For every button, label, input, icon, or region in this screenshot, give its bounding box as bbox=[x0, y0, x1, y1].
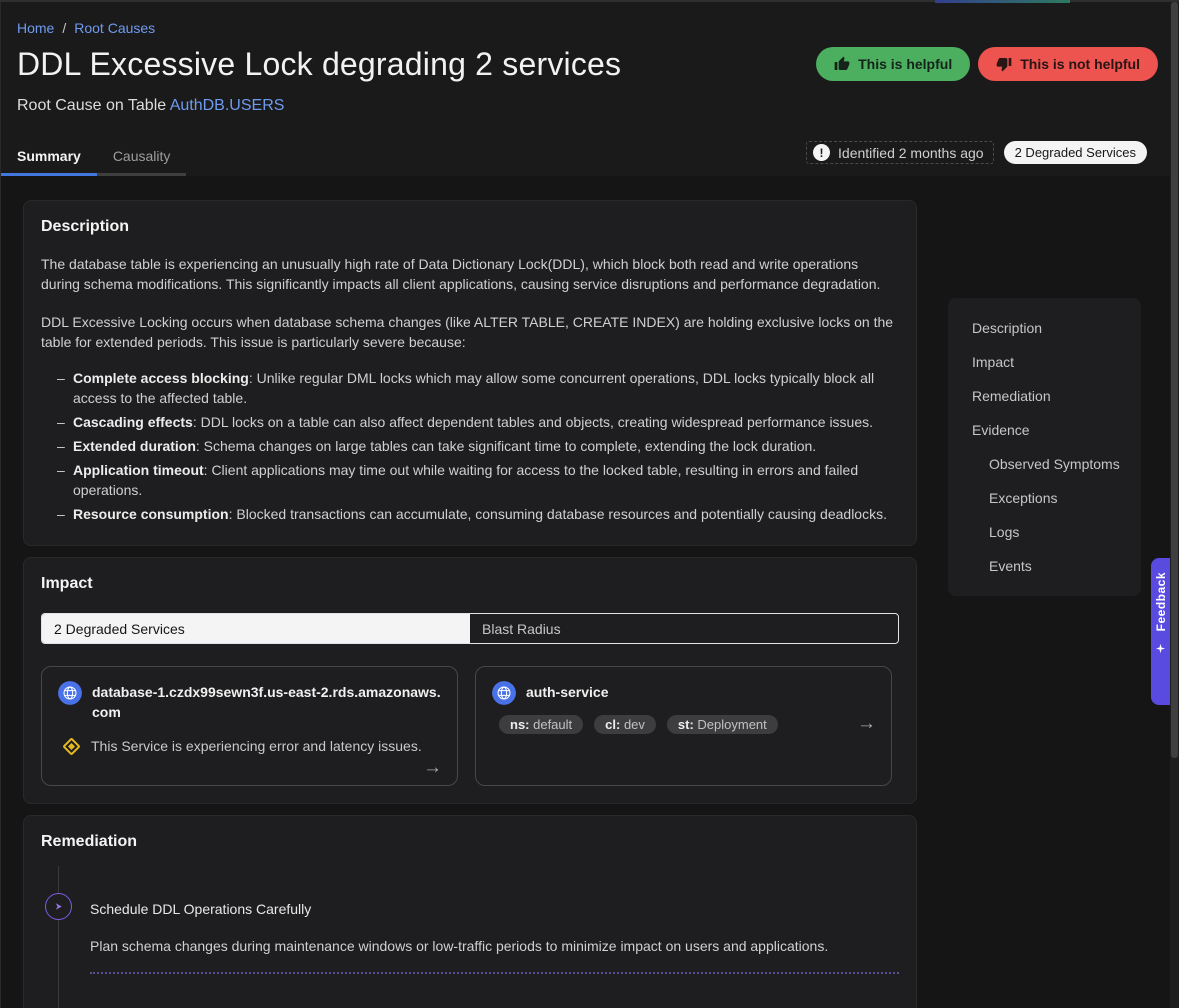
page-title: DDL Excessive Lock degrading 2 services bbox=[17, 46, 621, 83]
not-helpful-button-label: This is not helpful bbox=[1020, 56, 1140, 72]
tab-causality[interactable]: Causality bbox=[97, 140, 187, 176]
subtitle-text: Root Cause on Table bbox=[17, 97, 170, 114]
breadcrumb-root-causes-link[interactable]: Root Causes bbox=[74, 20, 155, 36]
meta-row: ! Identified 2 months ago 2 Degraded Ser… bbox=[806, 141, 1147, 164]
list-item: – Extended duration: Schema changes on l… bbox=[57, 436, 899, 456]
toc-item-observed-symptoms[interactable]: Observed Symptoms bbox=[948, 447, 1141, 481]
warning-diamond-icon bbox=[62, 737, 80, 755]
degraded-services-badge: 2 Degraded Services bbox=[1004, 141, 1147, 164]
alert-circle-icon: ! bbox=[813, 144, 830, 161]
feedback-actions: This is helpful This is not helpful bbox=[816, 47, 1158, 81]
tab-causality-label: Causality bbox=[113, 148, 171, 164]
bullet-text: : Blocked transactions can accumulate, c… bbox=[229, 506, 887, 522]
toc-item-logs[interactable]: Logs bbox=[948, 515, 1141, 549]
bullet-label: Complete access blocking bbox=[73, 370, 249, 386]
remediation-step-text: Plan schema changes during maintenance w… bbox=[90, 936, 899, 956]
description-paragraph-1: The database table is experiencing an un… bbox=[41, 254, 899, 294]
service-globe-icon bbox=[491, 680, 517, 706]
description-section: Description The database table is experi… bbox=[23, 200, 917, 546]
toc-panel: Description Impact Remediation Evidence … bbox=[948, 298, 1141, 596]
arrow-right-icon: → bbox=[857, 713, 876, 735]
type-badge: st: Deployment bbox=[667, 715, 778, 734]
list-item: – Cascading effects: DDL locks on a tabl… bbox=[57, 412, 899, 432]
scrollbar-track bbox=[1170, 0, 1179, 1008]
impact-section: Impact 2 Degraded Services Blast Radius … bbox=[23, 557, 917, 804]
description-heading: Description bbox=[41, 218, 899, 236]
breadcrumb-separator: / bbox=[62, 20, 66, 36]
top-progress-gradient bbox=[935, 0, 1070, 3]
toc-item-evidence[interactable]: Evidence bbox=[948, 413, 1141, 447]
toc-item-impact[interactable]: Impact bbox=[948, 345, 1141, 379]
bullet-label: Cascading effects bbox=[73, 414, 193, 430]
degraded-services-list: database-1.czdx99sewn3f.us-east-2.rds.am… bbox=[41, 666, 899, 786]
description-paragraph-2: DDL Excessive Locking occurs when databa… bbox=[41, 312, 899, 352]
page-header: Home / Root Causes DDL Excessive Lock de… bbox=[1, 2, 1170, 176]
bullet-text: : Schema changes on large tables can tak… bbox=[196, 438, 816, 454]
feedback-side-tab[interactable]: Feedback bbox=[1151, 558, 1170, 705]
breadcrumb: Home / Root Causes bbox=[17, 20, 155, 36]
helpful-button-label: This is helpful bbox=[858, 56, 952, 72]
bullet-text: : DDL locks on a table can also affect d… bbox=[193, 414, 873, 430]
table-link[interactable]: AuthDB.USERS bbox=[170, 97, 285, 114]
service-card-database[interactable]: database-1.czdx99sewn3f.us-east-2.rds.am… bbox=[41, 666, 458, 786]
bullet-dash: – bbox=[57, 436, 73, 456]
sparkle-icon bbox=[1155, 641, 1166, 659]
not-helpful-button[interactable]: This is not helpful bbox=[978, 47, 1158, 81]
tab-summary-label: Summary bbox=[17, 148, 81, 164]
toc-item-exceptions[interactable]: Exceptions bbox=[948, 481, 1141, 515]
remediation-section: Remediation Schedule DDL Operations Care… bbox=[23, 815, 917, 1008]
bullet-label: Extended duration bbox=[73, 438, 196, 454]
arrow-right-icon: → bbox=[423, 757, 442, 779]
helpful-button[interactable]: This is helpful bbox=[816, 47, 970, 81]
subtitle: Root Cause on Table AuthDB.USERS bbox=[17, 97, 284, 115]
service-warning-text: This Service is experiencing error and l… bbox=[91, 738, 422, 754]
tab-degraded-services[interactable]: 2 Degraded Services bbox=[42, 614, 470, 643]
remediation-step-title: Schedule DDL Operations Carefully bbox=[90, 899, 899, 919]
remediation-heading: Remediation bbox=[41, 833, 899, 851]
service-globe-icon bbox=[57, 680, 83, 706]
toc-item-remediation[interactable]: Remediation bbox=[948, 379, 1141, 413]
toc-item-description[interactable]: Description bbox=[948, 311, 1141, 345]
tab-causality-underline bbox=[97, 173, 187, 176]
tab-summary-underline bbox=[1, 173, 97, 176]
scrollbar-thumb[interactable] bbox=[1171, 2, 1178, 758]
list-item: – Application timeout: Client applicatio… bbox=[57, 460, 899, 500]
main-content: Description The database table is experi… bbox=[23, 200, 917, 1008]
bullet-dash: – bbox=[57, 412, 73, 432]
tab-blast-radius[interactable]: Blast Radius bbox=[470, 614, 898, 643]
service-warning: This Service is experiencing error and l… bbox=[65, 738, 442, 754]
bullet-label: Application timeout bbox=[73, 462, 204, 478]
list-item: – Complete access blocking: Unlike regul… bbox=[57, 368, 899, 408]
impact-tab-control: 2 Degraded Services Blast Radius bbox=[41, 613, 899, 644]
service-badges: ns: default cl: dev st: Deployment bbox=[499, 715, 876, 734]
feedback-side-tab-label: Feedback bbox=[1154, 572, 1168, 631]
dotted-divider bbox=[90, 972, 899, 974]
bullet-dash: – bbox=[57, 504, 73, 524]
toc-item-events[interactable]: Events bbox=[948, 549, 1141, 583]
cluster-badge: cl: dev bbox=[594, 715, 656, 734]
tab-bar: Summary Causality bbox=[1, 140, 186, 176]
service-name: database-1.czdx99sewn3f.us-east-2.rds.am… bbox=[92, 680, 442, 722]
bullet-label: Resource consumption bbox=[73, 506, 229, 522]
thumbs-up-icon bbox=[834, 56, 850, 72]
impact-heading: Impact bbox=[41, 575, 899, 593]
identified-label: Identified 2 months ago bbox=[838, 145, 984, 161]
identified-chip: ! Identified 2 months ago bbox=[806, 141, 994, 164]
list-item: – Resource consumption: Blocked transact… bbox=[57, 504, 899, 524]
bullet-dash: – bbox=[57, 460, 73, 500]
breadcrumb-home-link[interactable]: Home bbox=[17, 20, 54, 36]
thumbs-down-icon bbox=[996, 56, 1012, 72]
bullet-dash: – bbox=[57, 368, 73, 408]
description-bullet-list: – Complete access blocking: Unlike regul… bbox=[41, 368, 899, 524]
step-play-icon bbox=[45, 893, 72, 920]
tab-summary[interactable]: Summary bbox=[1, 140, 97, 176]
service-name: auth-service bbox=[526, 680, 608, 706]
service-card-auth[interactable]: auth-service ns: default cl: dev st: Dep… bbox=[475, 666, 892, 786]
namespace-badge: ns: default bbox=[499, 715, 583, 734]
remediation-step: Schedule DDL Operations Carefully Plan s… bbox=[41, 899, 899, 974]
